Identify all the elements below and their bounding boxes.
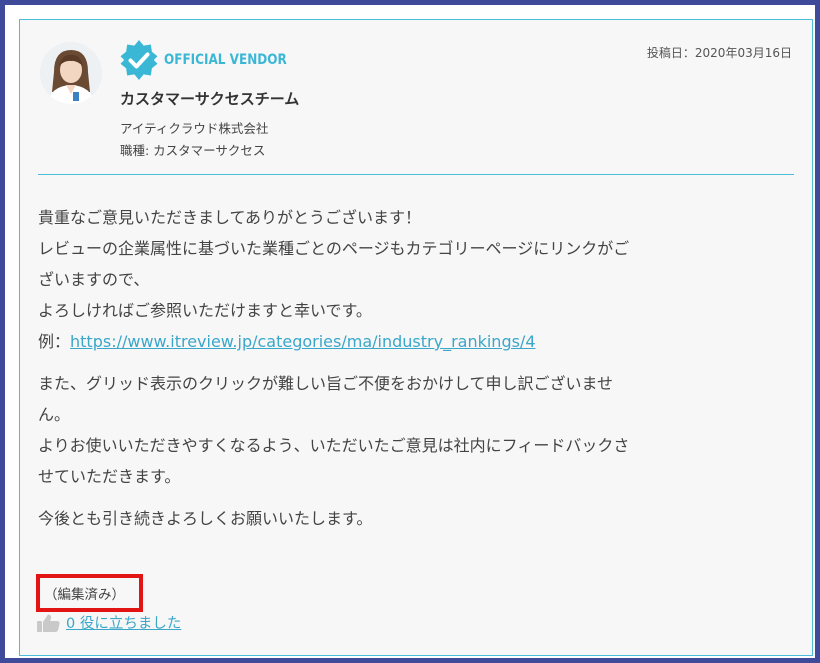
example-prefix: 例：	[38, 332, 71, 351]
industry-rankings-link[interactable]: https://www.itreview.jp/categories/ma/in…	[70, 332, 535, 351]
response-line: ん。	[38, 405, 71, 424]
post-date: 投稿日：2020年03月16日	[646, 46, 792, 60]
thumbs-up-icon	[37, 614, 60, 632]
response-paragraph-2: また、グリッド表示のクリックが難しい旨ご不便をおかけして申し訳ございませ ん。 …	[38, 368, 798, 492]
helpful-button[interactable]: 0 役に立ちました	[36, 612, 181, 633]
response-body: 貴重なご意見いただきましてありがとうございます！ レビューの企業属性に基づいた業…	[38, 202, 798, 545]
response-line: 貴重なご意見いただきましてありがとうございます！	[38, 208, 422, 227]
response-line: 今後とも引き続きよろしくお願いいたします。	[38, 509, 373, 528]
response-line: ざいますので、	[38, 270, 150, 289]
verified-badge-icon	[120, 40, 158, 80]
response-line: よりお使いいただきやすくなるよう、いただいたご意見は社内にフィードバックさ	[38, 436, 630, 455]
avatar	[40, 42, 102, 104]
response-paragraph-3: 今後とも引き続きよろしくお願いいたします。	[38, 503, 798, 534]
response-line: よろしければご参照いただけますと幸いです。	[38, 301, 372, 320]
job-title: 職種: カスタマーサクセス	[120, 143, 266, 158]
header-divider	[38, 174, 794, 175]
official-vendor-badge: OFFICIAL VENDOR	[118, 39, 307, 81]
official-vendor-label: OFFICIAL VENDOR	[164, 52, 287, 68]
response-line: レビューの企業属性に基づいた業種ごとのページもカテゴリーページにリンクがご	[38, 239, 630, 258]
screenshot-frame: OFFICIAL VENDOR 投稿日：2020年03月16日 カスタマーサクセ…	[0, 0, 820, 663]
response-paragraph-1: 貴重なご意見いただきましてありがとうございます！ レビューの企業属性に基づいた業…	[38, 202, 798, 357]
author-name: カスタマーサクセスチーム	[120, 90, 300, 108]
company-name: アイティクラウド株式会社	[120, 121, 269, 136]
edited-label: （編集済み）	[44, 587, 125, 603]
response-line: せていただきます。	[38, 467, 181, 486]
vendor-response-card: OFFICIAL VENDOR 投稿日：2020年03月16日 カスタマーサクセ…	[19, 19, 813, 656]
response-line: また、グリッド表示のクリックが難しい旨ご不便をおかけして申し訳ございませ	[38, 374, 614, 393]
helpful-count-label[interactable]: 0 役に立ちました	[66, 612, 181, 633]
example-line: 例：https://www.itreview.jp/categories/ma/…	[38, 326, 798, 357]
